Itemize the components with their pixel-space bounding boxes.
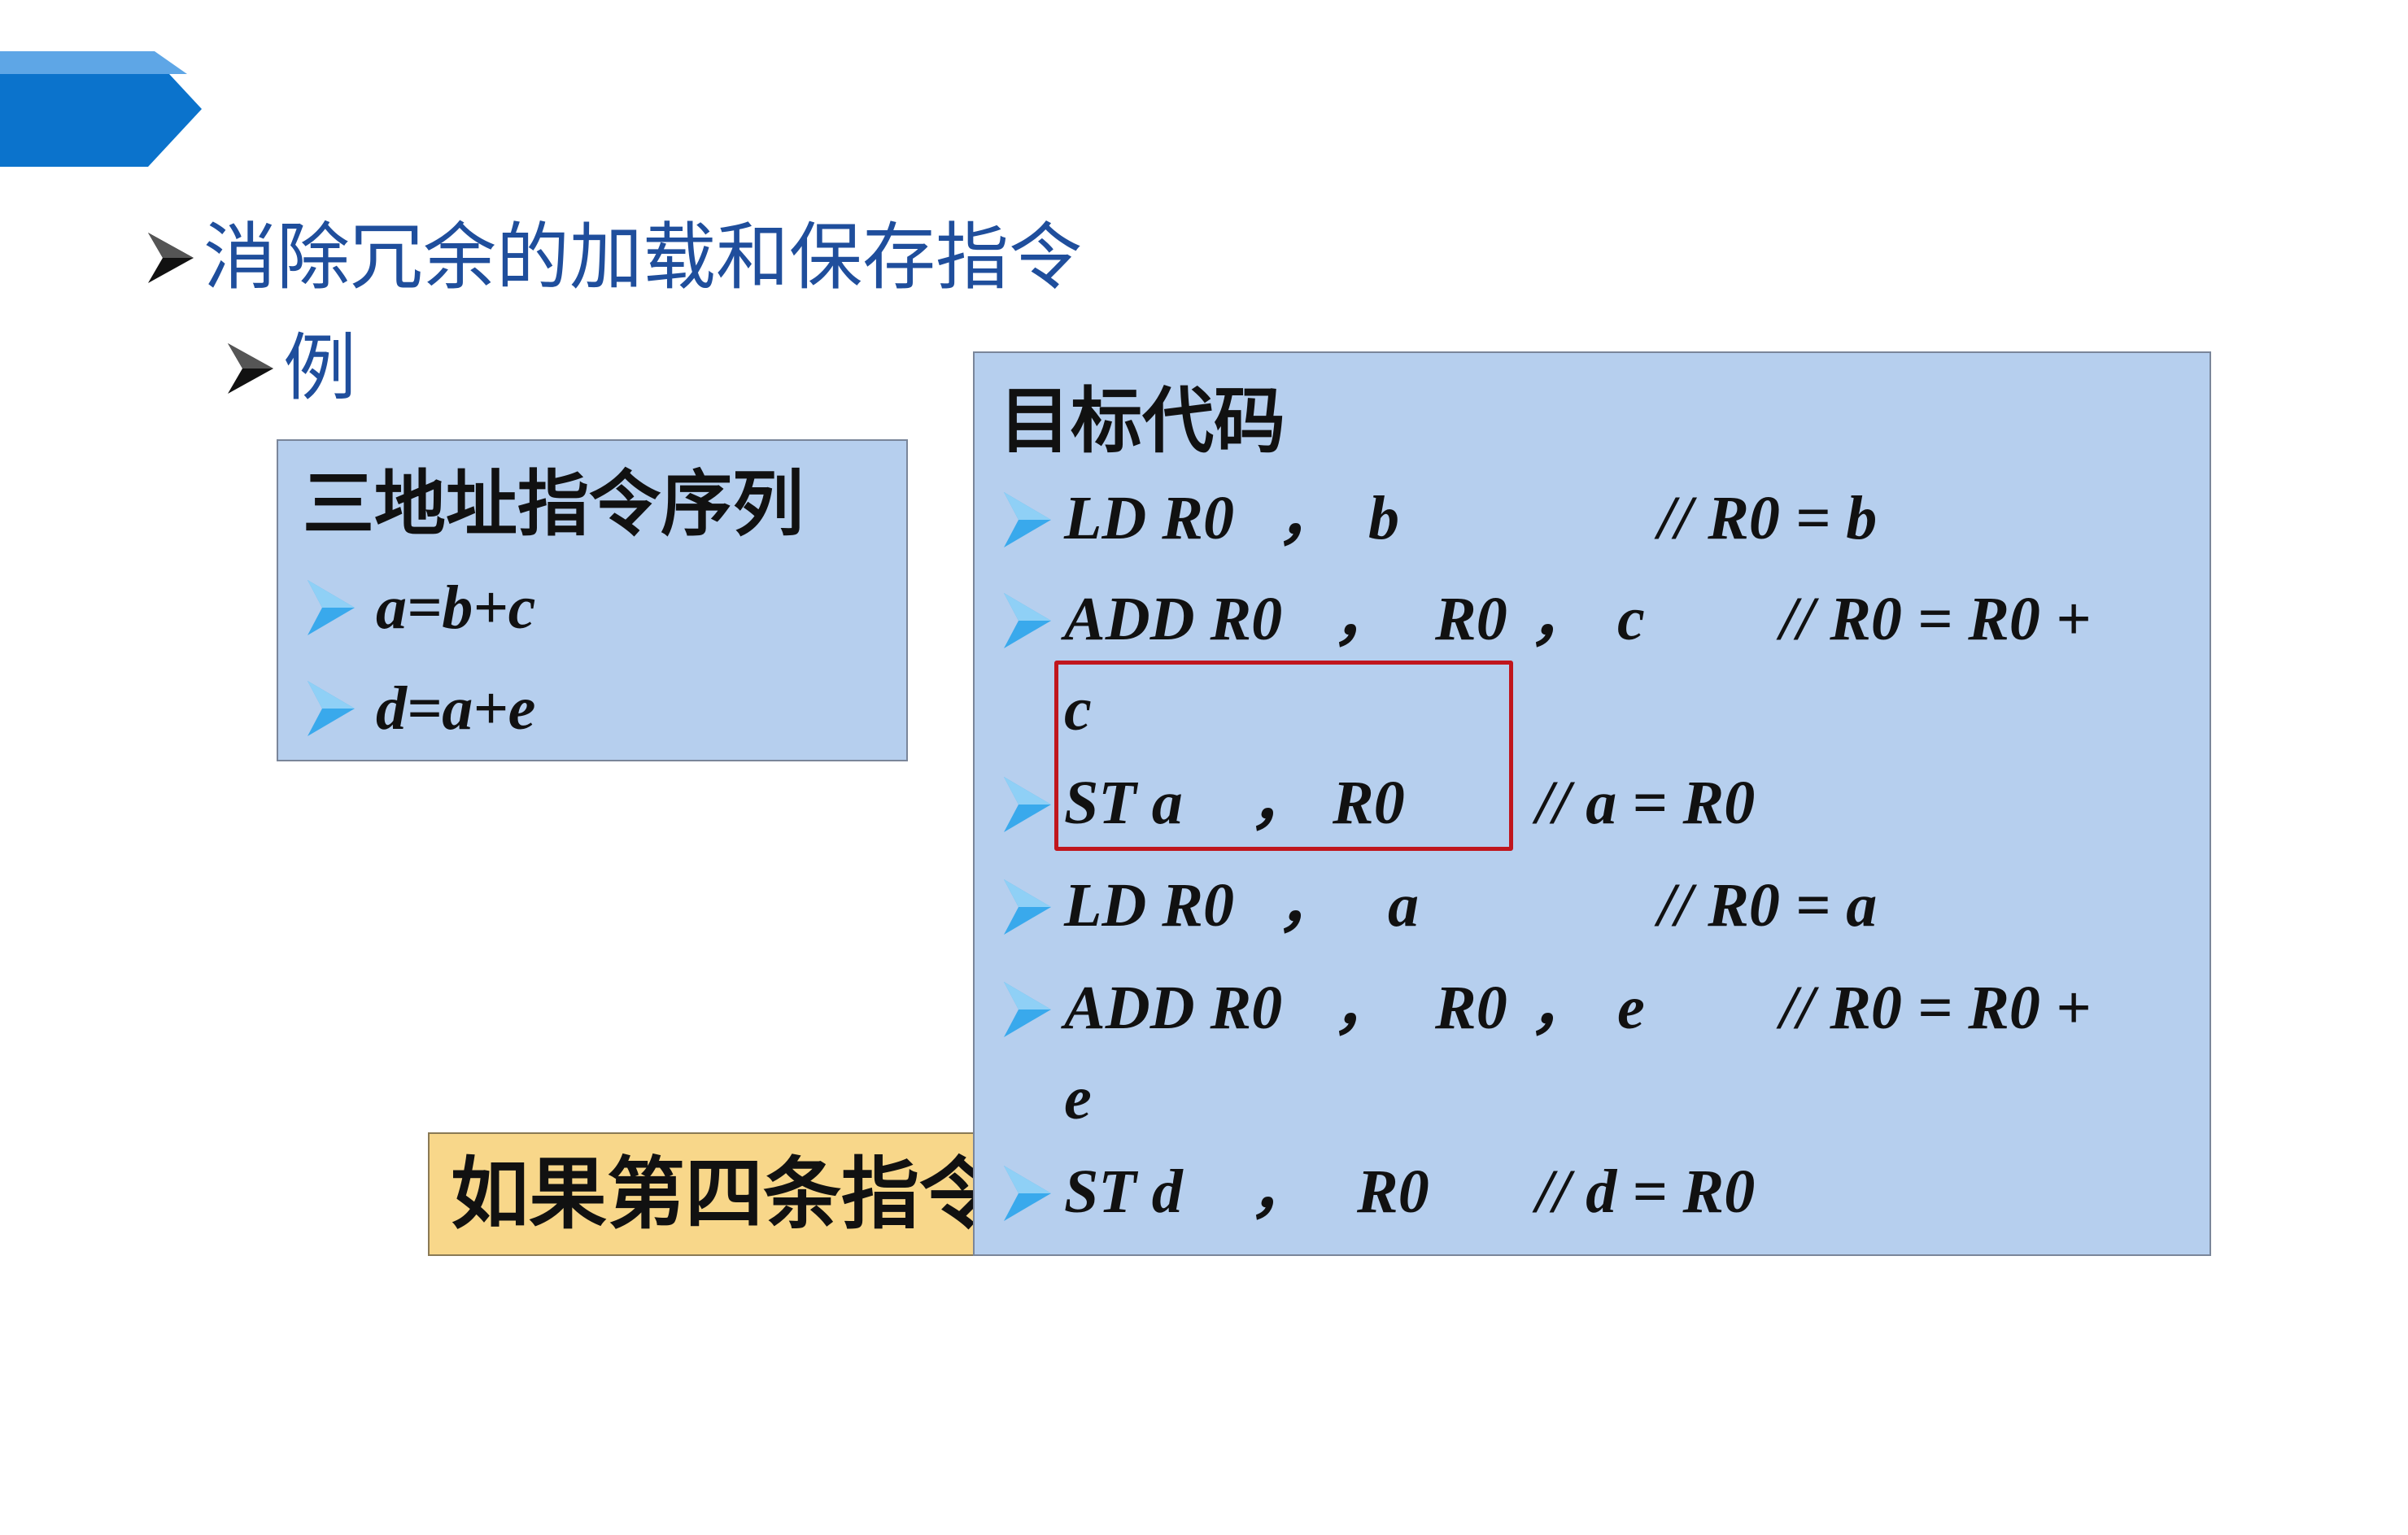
- blue-arrowhead-bullet-icon: [1002, 878, 1053, 936]
- sub-heading-text: 例: [283, 325, 356, 411]
- code-arg: R0: [1435, 585, 1507, 653]
- main-heading-text: 消除冗余的加载和保存指令: [203, 215, 1082, 300]
- list-item: d=a+e: [306, 672, 535, 745]
- code-line: LD R0 ， b // R0 = b: [1002, 483, 2206, 556]
- code-arg: b: [1368, 484, 1399, 552]
- three-address-item: a=b+c: [376, 573, 536, 642]
- code-comma: ，: [1277, 484, 1339, 552]
- code-comma: ，: [1529, 974, 1591, 1042]
- code-line: ADD R0 ， R0 ， e // R0 = R0 +: [1002, 973, 2206, 1046]
- sub-heading: 例: [225, 324, 356, 413]
- code-instr: LD R0: [1064, 871, 1234, 940]
- code-comment: // d = R0: [1536, 1158, 1756, 1226]
- three-address-box: 三地址指令序列 a=b+c d=a+e: [277, 439, 908, 761]
- note-text: 如果第四条指令: [451, 1149, 997, 1240]
- blue-arrowhead-bullet-icon: [1002, 491, 1053, 549]
- arrowhead-bullet-icon: [145, 229, 197, 286]
- code-arg: R0: [1435, 974, 1507, 1042]
- code-instr: LD R0: [1064, 484, 1234, 552]
- code-comment: // R0 = b: [1658, 484, 1878, 552]
- blue-arrowhead-bullet-icon: [1002, 1164, 1053, 1223]
- code-comma: ，: [1250, 1158, 1311, 1226]
- arrowhead-bullet-icon: [225, 340, 277, 397]
- blue-arrowhead-bullet-icon: [306, 679, 356, 738]
- blue-arrowhead-bullet-icon: [306, 578, 356, 637]
- code-comma: ，: [1529, 585, 1591, 653]
- target-code-title: 目标代码: [999, 379, 1286, 463]
- code-instr: ADD R0: [1064, 974, 1283, 1042]
- code-comment: // a = R0: [1536, 769, 1756, 837]
- code-line: LD R0 ， a // R0 = a: [1002, 870, 2206, 944]
- blue-arrowhead-bullet-icon: [1002, 775, 1053, 834]
- code-wrap: e: [1064, 1064, 1092, 1132]
- list-item: a=b+c: [306, 571, 535, 644]
- code-line: ST d ， R0 // d = R0: [1002, 1157, 2206, 1230]
- code-comment: // R0 = R0 +: [1780, 974, 2092, 1042]
- main-heading: 消除冗余的加载和保存指令: [145, 213, 1082, 303]
- code-comma: ，: [1333, 585, 1394, 653]
- code-line: ADD R0 ， R0 ， c // R0 = R0 +: [1002, 584, 2206, 657]
- code-comment: // R0 = R0 +: [1780, 585, 2092, 653]
- code-arg: e: [1617, 974, 1645, 1042]
- code-comment: // R0 = a: [1658, 871, 1878, 940]
- blue-arrowhead-bullet-icon: [1002, 980, 1053, 1039]
- code-comma: ，: [1277, 871, 1339, 940]
- three-address-title: 三地址指令序列: [303, 462, 805, 546]
- code-arg: R0: [1357, 1158, 1429, 1226]
- highlight-rectangle: [1054, 661, 1513, 851]
- blue-arrowhead-bullet-icon: [1002, 591, 1053, 650]
- title-banner-highlight: [0, 51, 187, 74]
- code-arg: c: [1617, 585, 1645, 653]
- code-instr: ST d: [1064, 1158, 1183, 1226]
- code-instr: ADD R0: [1064, 585, 1283, 653]
- code-comma: ，: [1333, 974, 1394, 1042]
- code-arg: a: [1388, 871, 1419, 940]
- three-address-item: d=a+e: [376, 674, 536, 743]
